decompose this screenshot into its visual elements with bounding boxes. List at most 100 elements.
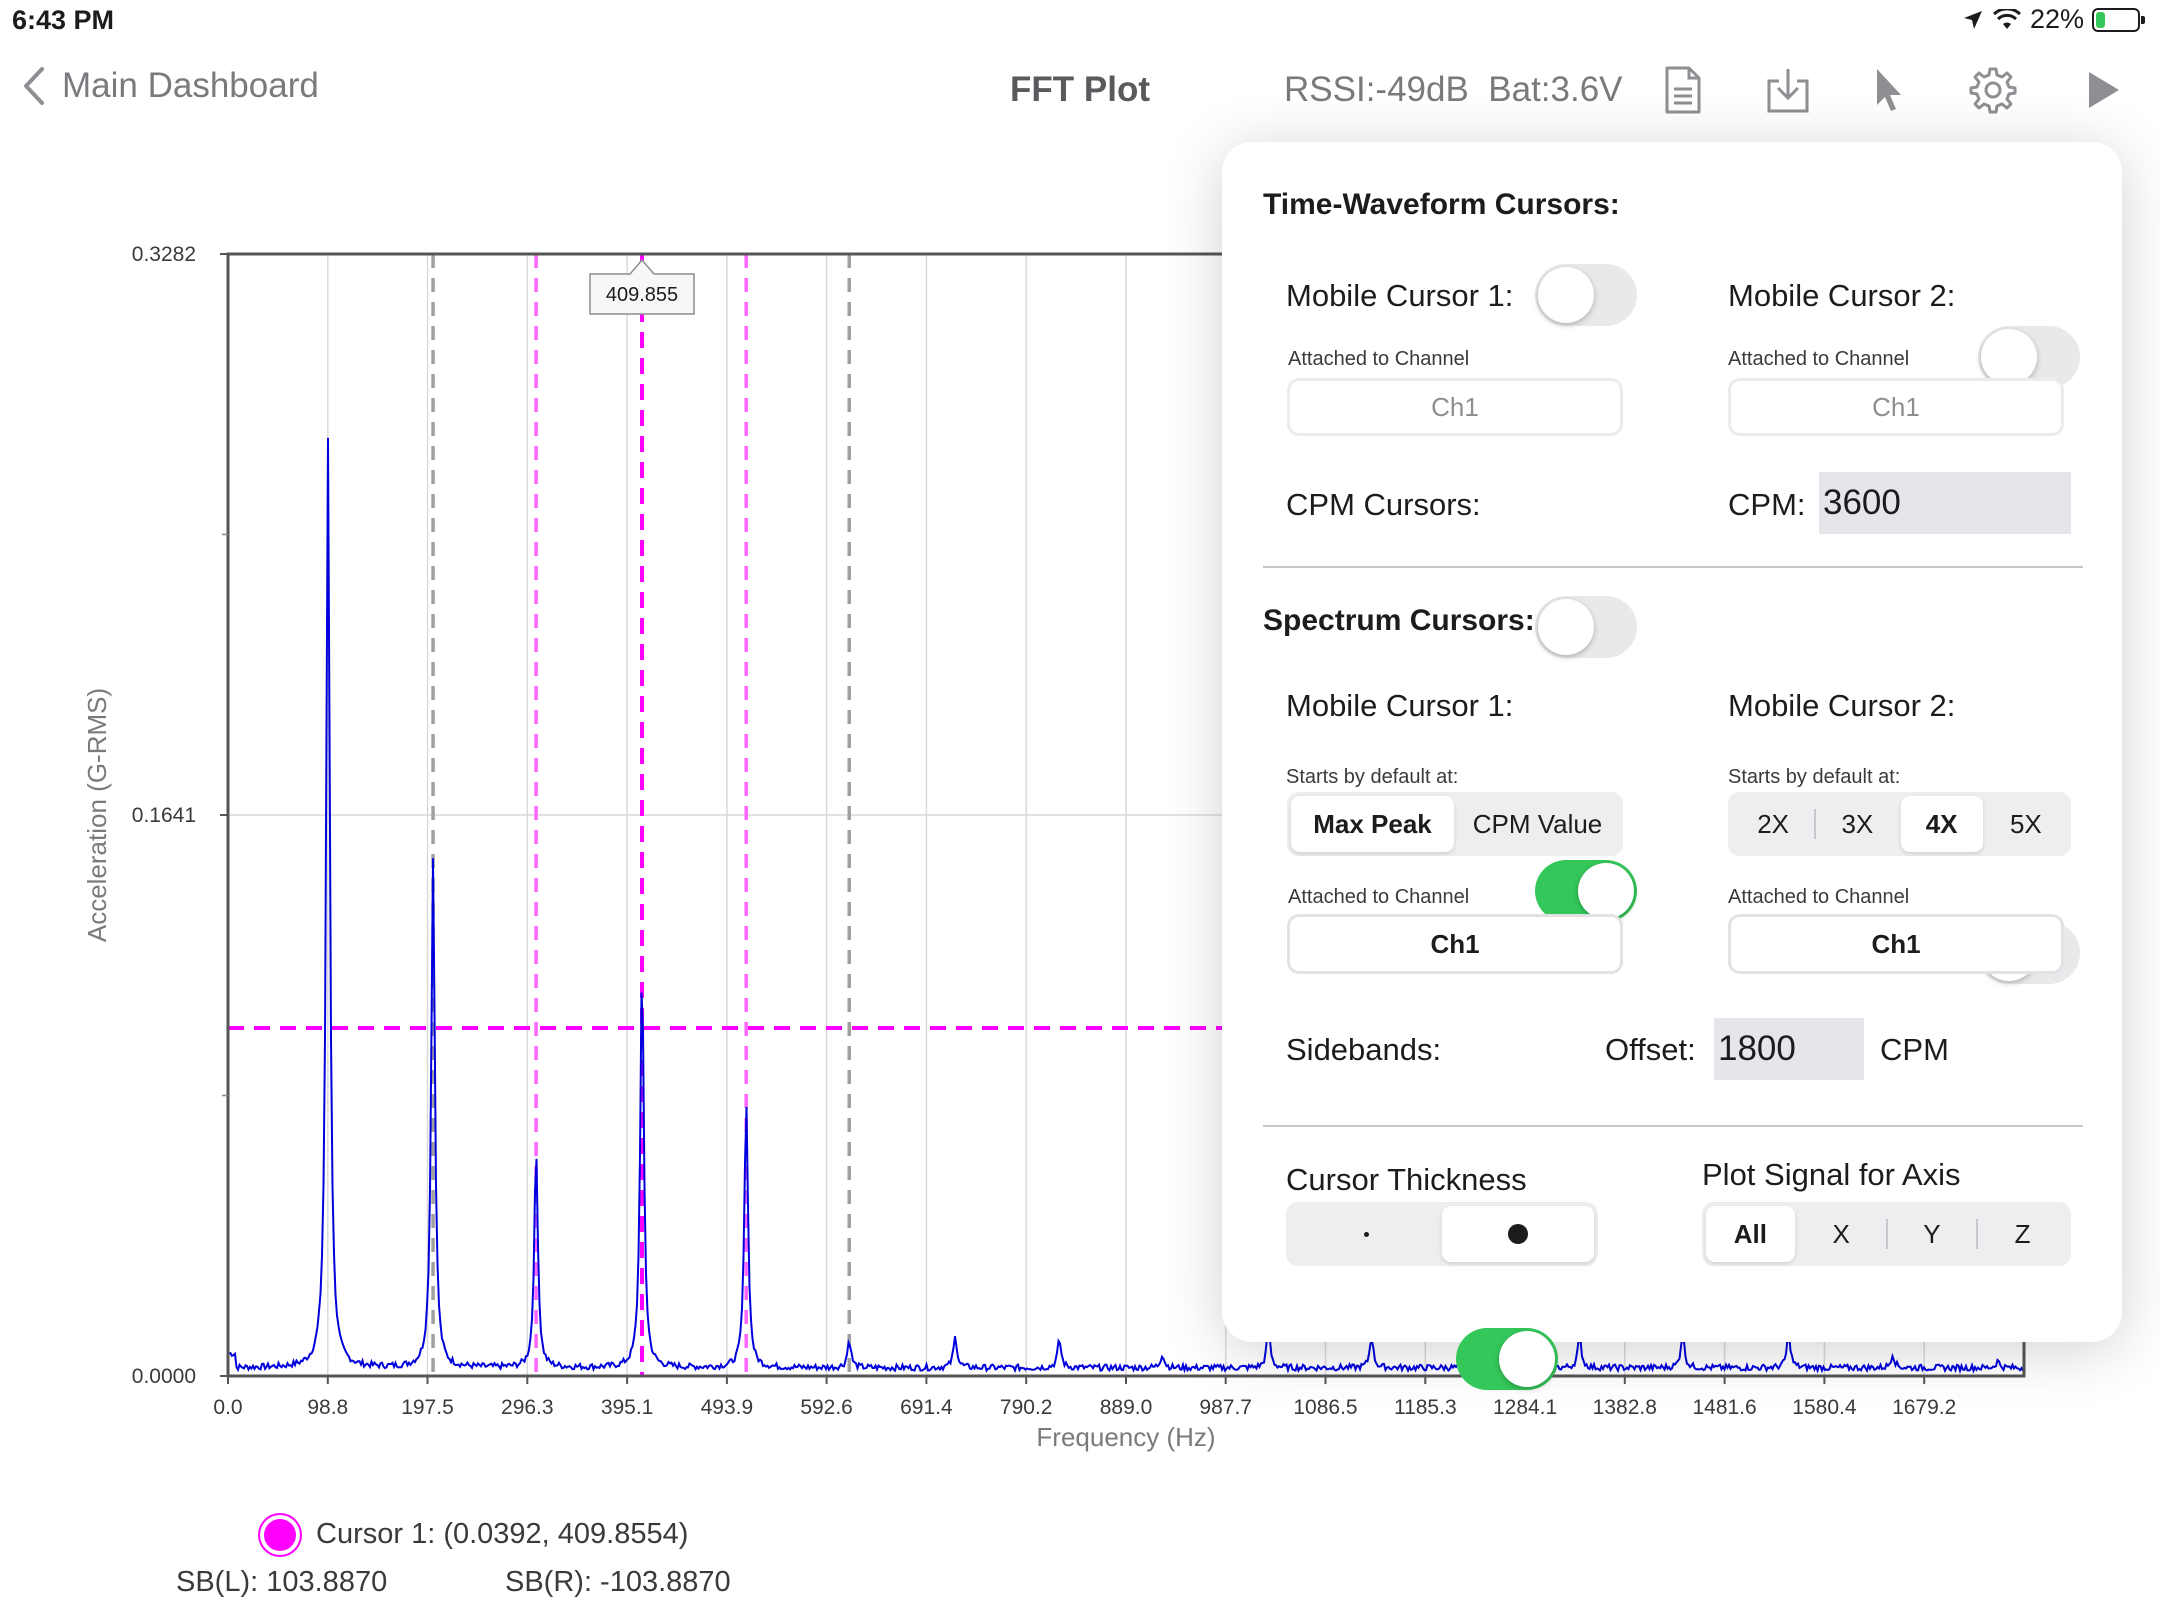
x-tick-label: 592.6 xyxy=(800,1396,853,1419)
cursor-settings-button[interactable] xyxy=(1860,62,1916,118)
offset-input[interactable]: 1800 xyxy=(1714,1018,1864,1080)
sp-channel2-picker[interactable]: Ch1 xyxy=(1728,914,2064,974)
x-tick-label: 1679.2 xyxy=(1892,1396,1956,1419)
starts1-option[interactable]: CPM Value xyxy=(1456,796,1619,852)
tw-channel1-picker[interactable]: Ch1 xyxy=(1287,378,1623,436)
chevron-left-icon xyxy=(24,67,44,105)
back-button[interactable]: Main Dashboard xyxy=(22,66,319,106)
starts2-option[interactable]: 5X xyxy=(1985,796,2067,852)
x-tick-label: 987.7 xyxy=(1199,1396,1252,1419)
popover-arrow xyxy=(1862,118,1914,144)
play-button[interactable] xyxy=(2075,62,2131,118)
status-time: 6:43 PM xyxy=(12,5,115,35)
cursor-pointer-icon xyxy=(1877,69,1901,111)
tw-mobile1-label: Mobile Cursor 1: xyxy=(1286,278,1514,313)
section-divider xyxy=(1263,1125,2083,1127)
sidebands-label: Sidebands: xyxy=(1286,1032,1442,1067)
x-tick-label: 790.2 xyxy=(1000,1396,1053,1419)
battery-percent: 22% xyxy=(2029,4,2084,34)
download-button[interactable] xyxy=(1760,62,1816,118)
x-tick-label: 1382.8 xyxy=(1593,1396,1657,1419)
toggle-knob xyxy=(1538,599,1594,655)
x-tick-label: 395.1 xyxy=(601,1396,654,1419)
cursor1-readout: Cursor 1: (0.0392, 409.8554) xyxy=(264,1518,688,1551)
axis-option[interactable]: All xyxy=(1706,1206,1795,1262)
thick-thickness-option[interactable] xyxy=(1442,1206,1594,1262)
x-tick-label: 1481.6 xyxy=(1692,1396,1756,1419)
axis-option[interactable]: X xyxy=(1797,1206,1886,1262)
thick-dot-icon xyxy=(1508,1224,1528,1244)
x-axis-label: Frequency (Hz) xyxy=(1036,1422,1215,1452)
report-button[interactable] xyxy=(1655,62,1711,118)
time-waveform-title: Time-Waveform Cursors: xyxy=(1263,188,1620,221)
axis-option[interactable]: Z xyxy=(1978,1206,2067,1262)
cursor-settings-popover: Time-Waveform Cursors: Mobile Cursor 1: … xyxy=(1222,142,2122,1390)
battery-fill xyxy=(2096,11,2105,28)
tw-mobile1-toggle[interactable] xyxy=(1535,264,1637,326)
x-tick-label: 296.3 xyxy=(501,1396,554,1419)
starts2-option[interactable]: 3X xyxy=(1816,796,1898,852)
sp-channel1-picker[interactable]: Ch1 xyxy=(1287,914,1623,974)
device-status: RSSI:-49dB Bat:3.6V xyxy=(1284,70,1623,110)
starts2-option[interactable]: 2X xyxy=(1732,796,1814,852)
cursor1-marker-icon xyxy=(264,1518,296,1551)
y-axis-label: Acceleration (G-RMS) xyxy=(82,688,112,942)
plot-signal-axis-label: Plot Signal for Axis xyxy=(1702,1157,1961,1192)
cpm-label: CPM: xyxy=(1728,487,1806,522)
location-icon xyxy=(1963,10,1982,29)
sp-mobile1-toggle[interactable] xyxy=(1535,860,1637,922)
x-tick-label: 98.8 xyxy=(307,1396,348,1419)
cpm-cursors-label: CPM Cursors: xyxy=(1286,487,1481,522)
gear-icon xyxy=(1969,67,2017,114)
cursor-thickness-label: Cursor Thickness xyxy=(1286,1162,1527,1197)
sideband-right-text: SB(R): -103.8870 xyxy=(505,1566,731,1598)
battery-icon xyxy=(2092,7,2145,32)
y-tick-label: 0.0000 xyxy=(132,1365,196,1388)
sidebands-toggle[interactable] xyxy=(1456,1328,1558,1390)
sp-starts2-segmented: 2X 3X 4X 5X xyxy=(1728,792,2071,856)
x-tick-label: 197.5 xyxy=(401,1396,454,1419)
thin-thickness-option[interactable] xyxy=(1290,1206,1442,1262)
cpm-cursors-toggle[interactable] xyxy=(1535,596,1637,658)
axis-option[interactable]: Y xyxy=(1888,1206,1977,1262)
spectrum-title: Spectrum Cursors: xyxy=(1263,604,1535,637)
cpm-input[interactable]: 3600 xyxy=(1819,472,2071,534)
y-tick-label: 0.3282 xyxy=(132,243,196,266)
wifi-icon xyxy=(1992,8,2021,29)
sp-attached-label-2: Attached to Channel xyxy=(1728,886,1910,908)
toggle-knob xyxy=(1981,329,2037,385)
x-tick-label: 1185.3 xyxy=(1394,1396,1457,1419)
y-tick-label: 0.1641 xyxy=(132,804,196,827)
sp-attached-label-1: Attached to Channel xyxy=(1288,886,1470,908)
x-tick-label: 0.0 xyxy=(213,1396,242,1419)
sp-mobile1-label: Mobile Cursor 1: xyxy=(1286,688,1514,723)
tw-attached-label-1: Attached to Channel xyxy=(1288,348,1470,370)
sp-starts1-segmented: Max Peak CPM Value xyxy=(1287,792,1623,856)
cursor-thickness-segmented xyxy=(1286,1202,1598,1266)
sp-mobile2-label: Mobile Cursor 2: xyxy=(1728,688,1956,723)
plot-signal-axis-segmented: All X Y Z xyxy=(1702,1202,2071,1266)
sideband-left-text: SB(L): 103.8870 xyxy=(176,1566,388,1598)
x-tick-label: 1086.5 xyxy=(1293,1396,1357,1419)
download-icon xyxy=(1767,69,1809,113)
x-tick-label: 1580.4 xyxy=(1792,1396,1857,1419)
battery-voltage-text: Bat:3.6V xyxy=(1488,70,1623,109)
sp-starts-label-1: Starts by default at: xyxy=(1286,766,1459,788)
starts1-option[interactable]: Max Peak xyxy=(1291,796,1454,852)
starts2-option[interactable]: 4X xyxy=(1900,796,1983,852)
settings-button[interactable] xyxy=(1965,62,2021,118)
toggle-knob xyxy=(1538,267,1594,323)
tw-attached-label-2: Attached to Channel xyxy=(1728,348,1910,370)
sp-starts-label-2: Starts by default at: xyxy=(1728,766,1901,788)
tw-mobile2-label: Mobile Cursor 2: xyxy=(1728,278,1956,313)
x-tick-label: 691.4 xyxy=(900,1396,953,1419)
document-icon xyxy=(1665,66,1701,114)
offset-label: Offset: xyxy=(1605,1032,1696,1067)
rssi-text: RSSI:-49dB xyxy=(1284,70,1469,109)
tw-channel2-picker[interactable]: Ch1 xyxy=(1728,378,2064,436)
x-tick-label: 889.0 xyxy=(1100,1396,1153,1419)
tooltip-text: 409.855 xyxy=(606,284,678,306)
status-indicators: 22% xyxy=(1962,4,2145,35)
section-divider xyxy=(1263,566,2083,568)
x-tick-label: 1284.1 xyxy=(1493,1396,1557,1419)
